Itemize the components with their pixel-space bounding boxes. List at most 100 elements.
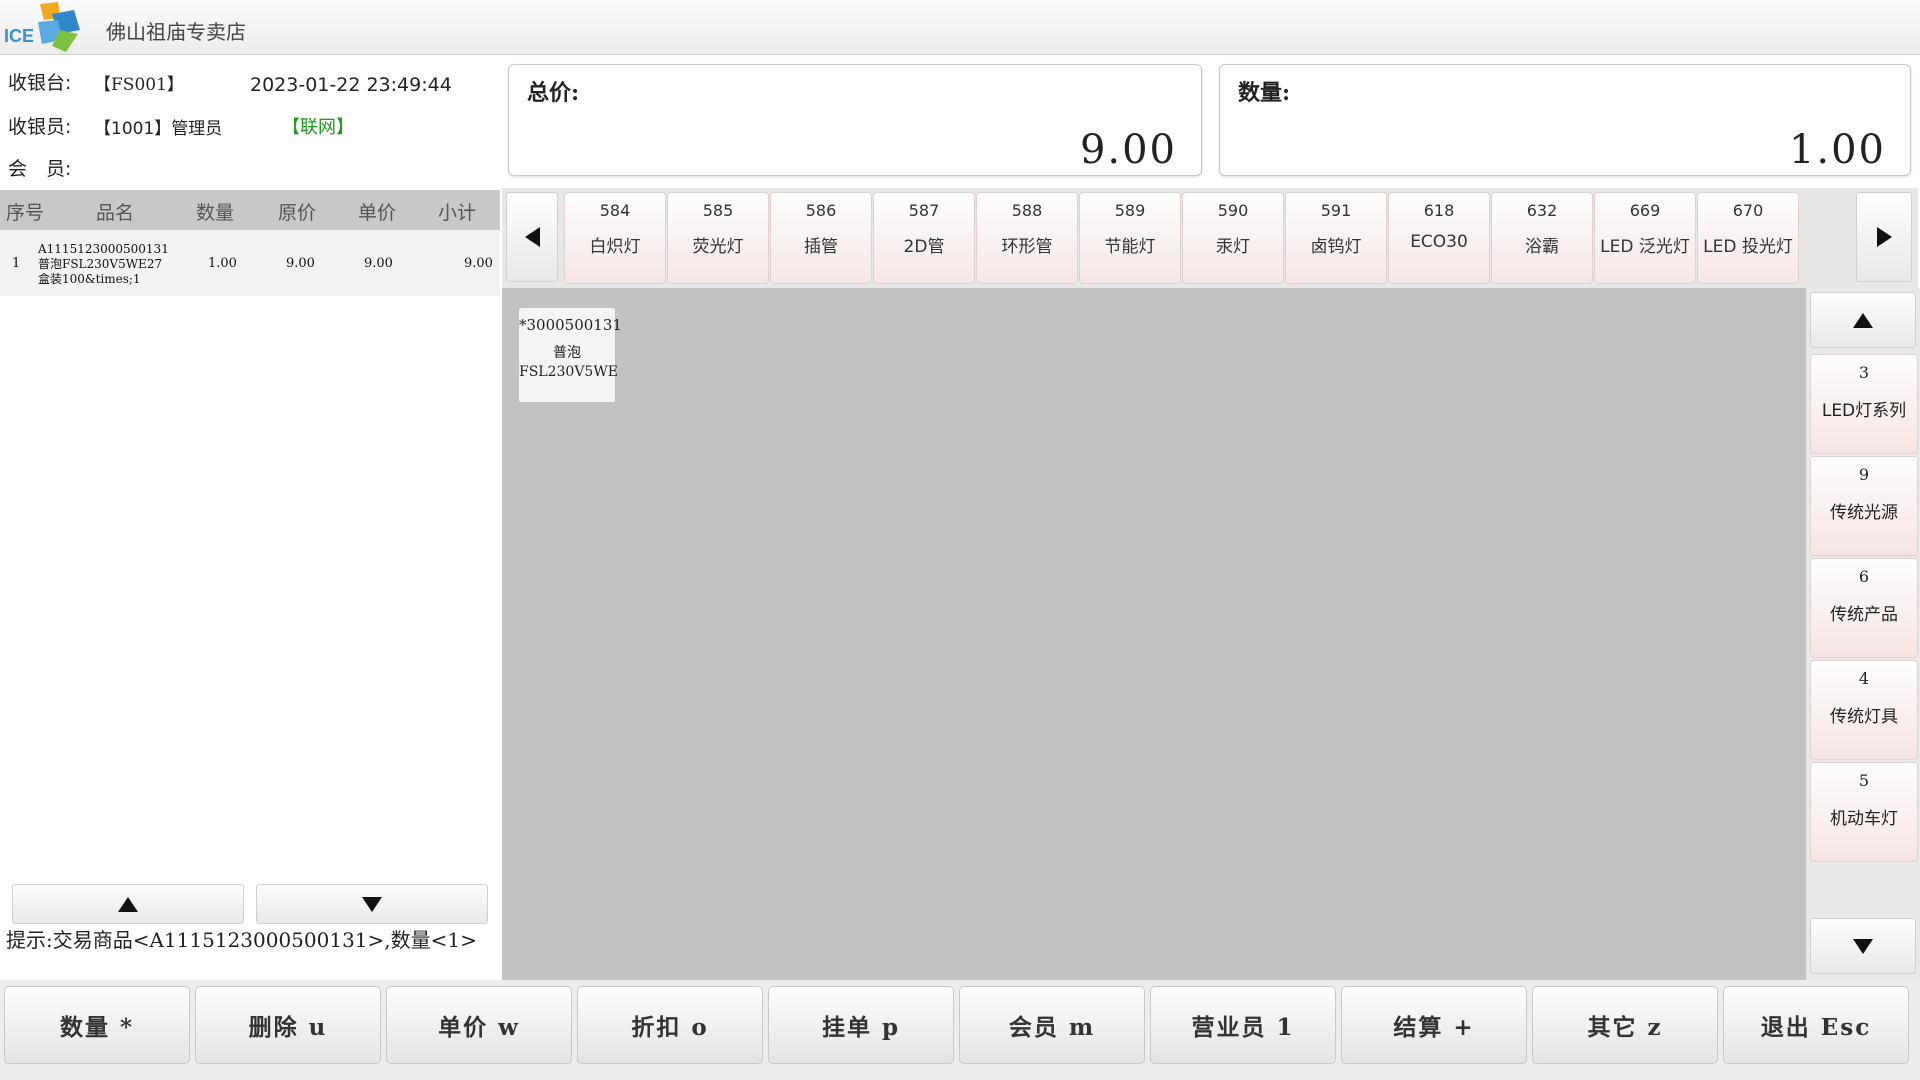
group-name: 机动车灯 [1830,809,1898,829]
member-button[interactable]: 会员 m [959,986,1145,1064]
category-button[interactable]: 584 白炽灯 [564,192,666,284]
category-code: 584 [599,201,631,220]
hint-text: 提示:交易商品<A1115123000500131>,数量<1> [6,928,477,952]
store-name: 佛山祖庙专卖店 [106,20,246,44]
category-button[interactable]: 588 环形管 [976,192,1078,284]
group-code: 9 [1858,465,1870,484]
group-button[interactable]: 4 传统灯具 [1810,660,1918,760]
delete-button[interactable]: 删除 u [195,986,381,1064]
datetime: 2023-01-22 23:49:44 [250,74,452,96]
quantity-button[interactable]: 数量 * [4,986,190,1064]
category-next-button[interactable] [1856,192,1912,282]
cart-scroll-up-button[interactable] [12,884,244,924]
title-bar: ICE 佛山祖庙专卖店 [0,0,1920,55]
category-name: 白炽灯 [589,237,641,257]
category-name: 浴霸 [1525,237,1559,257]
network-status: 【联网】 [282,117,354,138]
row-subtotal: 9.00 [464,256,493,271]
row-name-line: A1115123000500131 [38,242,169,256]
row-name-line: 普泡FSL230V5WE27 [38,257,163,271]
category-button[interactable]: 670 LED 投光灯 [1697,192,1799,284]
arrow-right-icon [1876,227,1892,247]
category-strip: 584 白炽灯 585 荧光灯 586 插管 587 2D管 588 环形管 5… [502,188,1918,288]
col-unit-price: 单价 [358,202,397,224]
unit-price-button[interactable]: 单价 w [386,986,572,1064]
category-name: 汞灯 [1216,237,1250,257]
row-index: 1 [12,256,21,271]
exit-button[interactable]: 退出 Esc [1723,986,1909,1064]
function-bar: 数量 * 删除 u 单价 w 折扣 o 挂单 p 会员 m 营业员 1 结算 +… [0,980,1920,1080]
cart-table-body[interactable]: 1 A1115123000500131 普泡FSL230V5WE27 盒装100… [0,230,500,880]
category-name: 荧光灯 [692,237,744,257]
group-code: 5 [1858,771,1870,790]
group-button[interactable]: 9 传统光源 [1810,456,1918,556]
category-prev-button[interactable] [506,192,558,282]
row-item-name: A1115123000500131 普泡FSL230V5WE27 盒装100&t… [38,242,169,287]
table-row[interactable]: 1 A1115123000500131 普泡FSL230V5WE27 盒装100… [0,230,500,296]
category-code: 586 [805,201,837,220]
total-price-box: 总价: 9.00 [508,64,1202,176]
group-code: 3 [1858,363,1870,382]
product-name-line: 普泡 [553,345,581,361]
group-code: 4 [1858,669,1870,688]
category-name: 插管 [804,237,838,257]
category-button[interactable]: 589 节能灯 [1079,192,1181,284]
category-code: 591 [1320,201,1352,220]
category-button[interactable]: 618 ECO30 [1388,192,1490,284]
category-name: ECO30 [1410,232,1468,252]
product-grid [502,288,1806,980]
category-button[interactable]: 591 卤钨灯 [1285,192,1387,284]
arrow-down-icon [1853,938,1873,954]
ice-logo-icon: ICE [4,2,80,52]
category-button[interactable]: 587 2D管 [873,192,975,284]
discount-button[interactable]: 折扣 o [577,986,763,1064]
category-button[interactable]: 632 浴霸 [1491,192,1593,284]
cashier-value: 【1001】管理员 [94,119,223,139]
category-code: 590 [1217,201,1249,220]
col-orig-price: 原价 [278,202,317,224]
group-button[interactable]: 5 机动车灯 [1810,762,1918,862]
col-name: 品名 [96,202,135,224]
category-code: 587 [908,201,940,220]
category-button[interactable]: 586 插管 [770,192,872,284]
category-button[interactable]: 590 汞灯 [1182,192,1284,284]
category-button[interactable]: 669 LED 泛光灯 [1594,192,1696,284]
group-name: 传统光源 [1830,503,1898,523]
group-scroll-up-button[interactable] [1810,292,1916,348]
row-qty: 1.00 [208,256,237,271]
total-qty-label: 数量: [1238,80,1291,106]
cart-table-header: 序号 品名 数量 原价 单价 小计 [0,190,500,230]
group-code: 6 [1858,567,1870,586]
product-name-line: FSL230V5WE [519,364,618,380]
category-name: LED 投光灯 [1703,237,1793,257]
arrow-up-icon [118,896,138,912]
arrow-left-icon [524,227,540,247]
product-code: *3000500131 [519,316,622,334]
total-price-value: 9.00 [1079,127,1177,173]
category-name: 环形管 [1001,237,1053,257]
arrow-up-icon [1853,312,1873,328]
cart-scroll-down-button[interactable] [256,884,488,924]
other-button[interactable]: 其它 z [1532,986,1718,1064]
category-name: 2D管 [903,237,945,257]
category-code: 670 [1732,201,1764,220]
register-label: 收银台: [8,72,72,94]
category-code: 632 [1526,201,1558,220]
group-button[interactable]: 6 传统产品 [1810,558,1918,658]
hold-order-button[interactable]: 挂单 p [768,986,954,1064]
category-button[interactable]: 585 荧光灯 [667,192,769,284]
product-name: 普泡 FSL230V5WE [519,344,618,382]
register-value: 【FS001】 [94,75,184,95]
category-code: 589 [1114,201,1146,220]
product-card[interactable]: *3000500131 普泡 FSL230V5WE [518,307,622,403]
category-name: 卤钨灯 [1310,237,1362,257]
salesperson-button[interactable]: 营业员 1 [1150,986,1336,1064]
group-scroll-down-button[interactable] [1810,918,1916,974]
group-button[interactable]: 3 LED灯系列 [1810,354,1918,454]
member-label: 会 员: [8,158,72,180]
checkout-button[interactable]: 结算 + [1341,986,1527,1064]
total-qty-box: 数量: 1.00 [1219,64,1911,176]
category-name: 节能灯 [1104,237,1156,257]
group-name: 传统产品 [1830,605,1898,625]
row-unit-price: 9.00 [364,256,393,271]
